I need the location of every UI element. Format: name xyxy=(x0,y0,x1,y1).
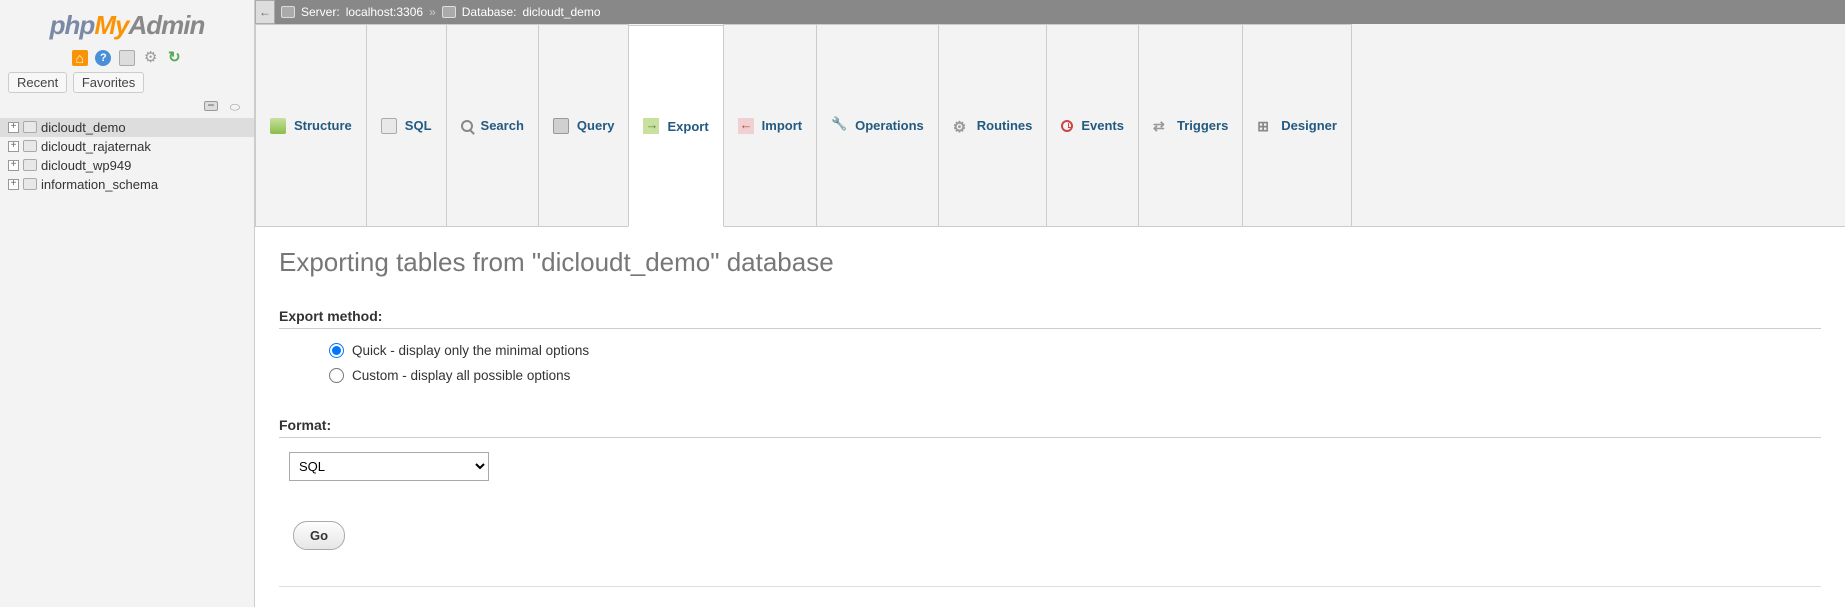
logo-part-php: php xyxy=(50,10,95,40)
operations-icon xyxy=(831,118,847,134)
tab-search[interactable]: Search xyxy=(446,24,539,226)
tab-import[interactable]: Import xyxy=(723,24,817,226)
home-icon[interactable] xyxy=(72,50,88,66)
radio-quick-input[interactable] xyxy=(329,343,344,358)
collapse-sidebar-button[interactable]: ← xyxy=(255,0,275,24)
tab-events[interactable]: Events xyxy=(1046,24,1139,226)
page-title: Exporting tables from "dicloudt_demo" da… xyxy=(279,247,1821,278)
expand-icon[interactable]: + xyxy=(8,160,19,171)
breadcrumb-server-link[interactable]: localhost:3306 xyxy=(346,5,423,19)
tree-tools xyxy=(0,99,254,118)
tab-label: Export xyxy=(667,119,708,134)
tab-sql[interactable]: SQL xyxy=(366,24,447,226)
tab-label: SQL xyxy=(405,118,432,133)
import-icon xyxy=(738,118,754,134)
format-select[interactable]: SQL xyxy=(289,452,489,481)
sidebar-tabs: Recent Favorites xyxy=(0,70,254,99)
sidebar-toolbar xyxy=(0,45,254,70)
tab-label: Routines xyxy=(977,118,1033,133)
database-icon xyxy=(23,159,37,171)
expand-icon[interactable]: + xyxy=(8,141,19,152)
db-name-label: information_schema xyxy=(41,177,158,192)
db-name-label: dicloudt_demo xyxy=(41,120,126,135)
tab-label: Query xyxy=(577,118,615,133)
tab-label: Operations xyxy=(855,118,924,133)
database-icon xyxy=(442,6,456,18)
db-tree-item[interactable]: + information_schema xyxy=(0,175,254,194)
breadcrumb-db-link[interactable]: dicloudt_demo xyxy=(522,5,600,19)
main-tabs: Structure SQL Search Query Export Import… xyxy=(255,24,1845,227)
radio-quick[interactable]: Quick - display only the minimal options xyxy=(329,343,1821,358)
db-tree-item[interactable]: + dicloudt_rajaternak xyxy=(0,137,254,156)
radio-custom-label: Custom - display all possible options xyxy=(352,368,570,383)
breadcrumb-db-label: Database: xyxy=(462,5,517,19)
db-tree-item[interactable]: + dicloudt_demo xyxy=(0,118,254,137)
collapse-all-icon[interactable] xyxy=(204,101,218,111)
expand-icon[interactable]: + xyxy=(8,179,19,190)
designer-icon xyxy=(1257,118,1273,134)
radio-custom[interactable]: Custom - display all possible options xyxy=(329,368,1821,383)
db-name-label: dicloudt_wp949 xyxy=(41,158,131,173)
breadcrumb: Server: localhost:3306 » Database: diclo… xyxy=(275,0,1845,24)
db-name-label: dicloudt_rajaternak xyxy=(41,139,151,154)
sidebar-tab-favorites[interactable]: Favorites xyxy=(73,72,144,93)
tab-designer[interactable]: Designer xyxy=(1242,24,1352,226)
tab-routines[interactable]: Routines xyxy=(938,24,1048,226)
tab-label: Structure xyxy=(294,118,352,133)
breadcrumb-separator: » xyxy=(429,5,436,19)
tab-export[interactable]: Export xyxy=(628,25,723,227)
tab-label: Import xyxy=(762,118,802,133)
export-method-radios: Quick - display only the minimal options… xyxy=(279,343,1821,383)
sidebar: phpMyAdmin Recent Favorites + dicloudt_d… xyxy=(0,0,255,607)
query-icon xyxy=(553,118,569,134)
go-button[interactable]: Go xyxy=(293,521,345,550)
expand-icon[interactable]: + xyxy=(8,122,19,133)
link-icon[interactable] xyxy=(226,100,240,110)
database-icon xyxy=(23,121,37,133)
tab-operations[interactable]: Operations xyxy=(816,24,939,226)
db-tree-item[interactable]: + dicloudt_wp949 xyxy=(0,156,254,175)
sidebar-tab-recent[interactable]: Recent xyxy=(8,72,67,93)
structure-icon xyxy=(270,118,286,134)
radio-quick-label: Quick - display only the minimal options xyxy=(352,343,589,358)
export-icon xyxy=(643,118,659,134)
routines-icon xyxy=(953,118,969,134)
triggers-icon xyxy=(1153,118,1169,134)
server-icon xyxy=(281,6,295,18)
reload-icon[interactable] xyxy=(166,50,182,66)
main: ← Server: localhost:3306 » Database: dic… xyxy=(255,0,1845,607)
tab-query[interactable]: Query xyxy=(538,24,630,226)
docs-icon[interactable] xyxy=(95,50,111,66)
tab-label: Triggers xyxy=(1177,118,1228,133)
settings-icon[interactable] xyxy=(143,50,159,66)
breadcrumb-server-label: Server: xyxy=(301,5,340,19)
divider xyxy=(279,586,1821,587)
logo-part-my: My xyxy=(94,10,128,40)
database-icon xyxy=(23,178,37,190)
tab-structure[interactable]: Structure xyxy=(255,24,367,226)
search-icon xyxy=(461,120,473,132)
tab-triggers[interactable]: Triggers xyxy=(1138,24,1243,226)
tab-label: Designer xyxy=(1281,118,1337,133)
tab-label: Search xyxy=(481,118,524,133)
sql-icon xyxy=(381,118,397,134)
database-tree: + dicloudt_demo + dicloudt_rajaternak + … xyxy=(0,118,254,194)
radio-custom-input[interactable] xyxy=(329,368,344,383)
format-heading: Format: xyxy=(279,417,1821,438)
events-icon xyxy=(1061,120,1073,132)
sql-window-icon[interactable] xyxy=(119,50,135,66)
logo[interactable]: phpMyAdmin xyxy=(0,8,254,45)
tab-label: Events xyxy=(1081,118,1124,133)
database-icon xyxy=(23,140,37,152)
logo-part-admin: Admin xyxy=(128,10,204,40)
export-method-heading: Export method: xyxy=(279,308,1821,329)
content: Exporting tables from "dicloudt_demo" da… xyxy=(255,227,1845,607)
